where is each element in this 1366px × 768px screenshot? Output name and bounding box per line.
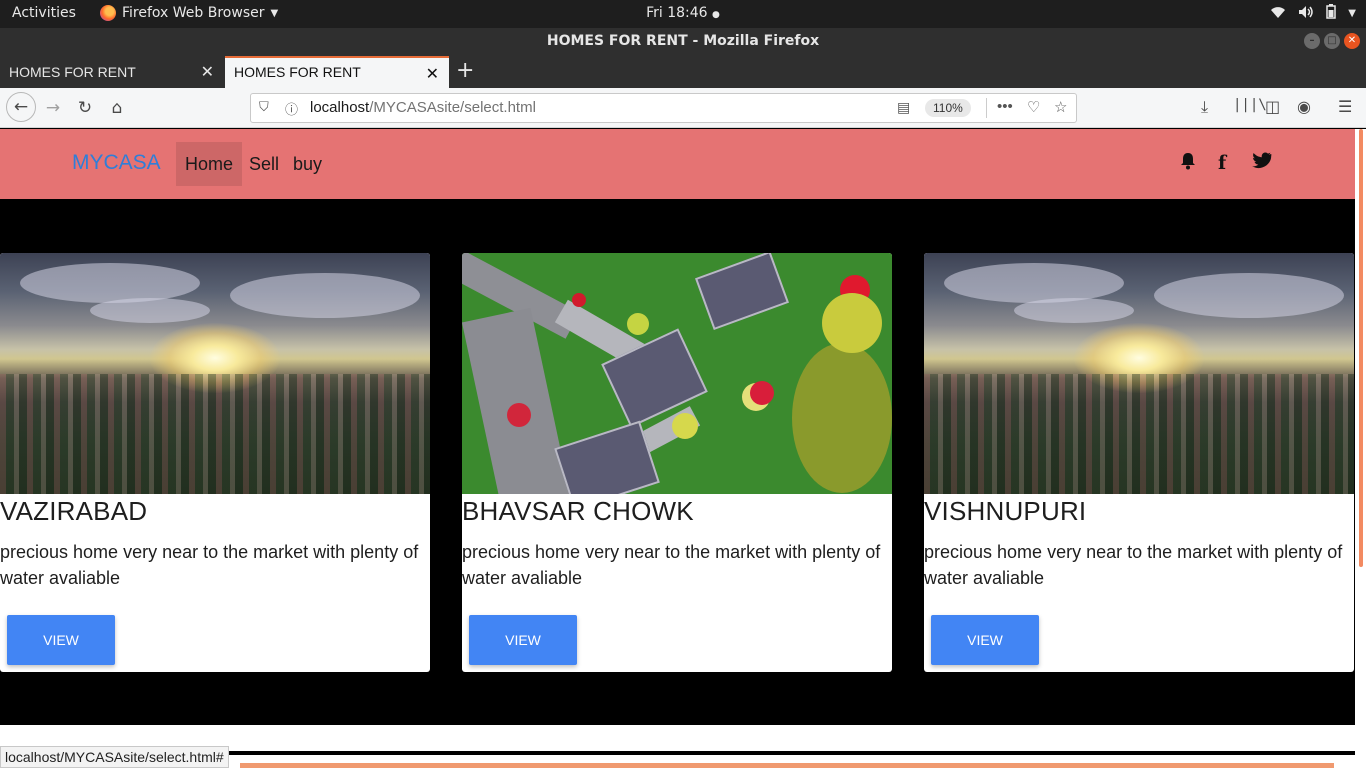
- link-status-bar: localhost/MYCASAsite/select.html#: [0, 746, 229, 768]
- listing-image-sunset-city: [0, 253, 430, 494]
- footer-accent-bar: [240, 763, 1334, 768]
- site-navbar: MYCASA Home Sell buy f: [0, 129, 1355, 199]
- account-icon[interactable]: ◉: [1297, 97, 1311, 116]
- bell-icon[interactable]: [1179, 152, 1197, 176]
- listing-card: VISHNUPURI precious home very near to th…: [924, 253, 1354, 672]
- twitter-icon[interactable]: [1252, 152, 1272, 175]
- navigation-toolbar: ← → ↻ ⌂ ⛉ ⓘ localhost/MYCASAsite/select.…: [0, 88, 1366, 128]
- forward-button[interactable]: →: [41, 96, 65, 120]
- pocket-icon[interactable]: ♡: [1027, 98, 1040, 116]
- system-menu-chevron-icon: ▼: [1348, 8, 1356, 19]
- site-brand-link[interactable]: MYCASA: [72, 151, 161, 175]
- page-viewport: MYCASA Home Sell buy f VAZIRABAD preciou…: [0, 129, 1355, 768]
- facebook-icon[interactable]: f: [1218, 152, 1226, 174]
- tab-label: HOMES FOR RENT: [234, 64, 361, 80]
- view-button[interactable]: VIEW: [7, 615, 115, 665]
- urlbar-divider: [986, 98, 987, 118]
- listing-image-sunset-city: [924, 253, 1354, 494]
- reload-button[interactable]: ↻: [73, 96, 97, 120]
- site-info-icon[interactable]: ⓘ: [285, 99, 298, 118]
- home-button[interactable]: ⌂: [105, 96, 129, 120]
- nav-sell[interactable]: Sell: [240, 142, 288, 186]
- listing-card: BHAVSAR CHOWK precious home very near to…: [462, 253, 892, 672]
- url-text[interactable]: localhost/MYCASAsite/select.html: [310, 99, 536, 116]
- bookmark-star-icon[interactable]: ☆: [1054, 98, 1067, 116]
- hamburger-menu-icon[interactable]: ☰: [1338, 97, 1352, 116]
- system-tray[interactable]: ▼: [1270, 4, 1356, 23]
- listing-title: VISHNUPURI: [924, 496, 1087, 526]
- chevron-down-icon: ▼: [270, 7, 279, 19]
- firefox-icon: [100, 5, 116, 21]
- sidebar-icon[interactable]: ◫: [1265, 97, 1280, 116]
- app-menu-label: Firefox Web Browser: [122, 5, 265, 21]
- activities-button[interactable]: Activities: [12, 5, 76, 21]
- downloads-icon[interactable]: ⤓: [1201, 97, 1208, 117]
- wifi-icon: [1270, 5, 1286, 23]
- minimize-button[interactable]: –: [1304, 33, 1320, 49]
- listing-title: BHAVSAR CHOWK: [462, 496, 694, 526]
- tab-homes-for-rent-2[interactable]: HOMES FOR RENT ✕: [225, 56, 449, 88]
- tab-label: HOMES FOR RENT: [9, 64, 136, 80]
- tab-homes-for-rent-1[interactable]: HOMES FOR RENT ✕: [0, 56, 224, 88]
- listing-card: VAZIRABAD precious home very near to the…: [0, 253, 430, 672]
- reader-view-icon[interactable]: ▤: [897, 99, 910, 116]
- view-button[interactable]: VIEW: [469, 615, 577, 665]
- view-button[interactable]: VIEW: [931, 615, 1039, 665]
- library-icon[interactable]: |||\: [1233, 97, 1267, 113]
- listing-description: precious home very near to the market wi…: [462, 542, 881, 588]
- window-title: HOMES FOR RENT - Mozilla Firefox: [546, 33, 820, 49]
- window-titlebar: HOMES FOR RENT - Mozilla Firefox – □ ✕: [0, 28, 1366, 56]
- listing-image-aerial-houses: [462, 253, 892, 494]
- listing-description: precious home very near to the market wi…: [924, 542, 1343, 588]
- url-host: localhost: [310, 99, 370, 116]
- page-actions-icon[interactable]: •••: [997, 98, 1013, 115]
- page-scrollbar[interactable]: [1355, 129, 1366, 768]
- close-window-button[interactable]: ✕: [1344, 33, 1360, 49]
- listing-description: precious home very near to the market wi…: [0, 542, 419, 588]
- nav-buy[interactable]: buy: [284, 142, 331, 186]
- system-top-bar: Activities Firefox Web Browser ▼ Fri 18:…: [0, 0, 1366, 28]
- volume-icon: [1298, 5, 1314, 23]
- url-path: /MYCASAsite/select.html: [369, 99, 536, 116]
- zoom-level-badge[interactable]: 110%: [925, 99, 971, 117]
- clock[interactable]: Fri 18:46: [646, 5, 707, 21]
- shield-icon[interactable]: ⛉: [259, 99, 269, 115]
- scrollbar-thumb[interactable]: [1359, 129, 1363, 567]
- tab-strip: HOMES FOR RENT ✕ HOMES FOR RENT ✕ +: [0, 56, 1366, 88]
- nav-home[interactable]: Home: [176, 142, 243, 186]
- back-button[interactable]: ←: [6, 92, 36, 122]
- url-bar[interactable]: ⛉ ⓘ localhost/MYCASAsite/select.html ▤ 1…: [250, 93, 1077, 123]
- close-tab-icon[interactable]: ✕: [426, 64, 439, 84]
- battery-icon: [1326, 4, 1337, 23]
- maximize-button[interactable]: □: [1324, 33, 1340, 49]
- listing-title: VAZIRABAD: [0, 496, 148, 526]
- notification-dot-icon: ●: [712, 10, 720, 20]
- new-tab-button[interactable]: +: [456, 58, 474, 83]
- close-tab-icon[interactable]: ✕: [201, 62, 214, 82]
- app-menu[interactable]: Firefox Web Browser ▼: [100, 5, 278, 21]
